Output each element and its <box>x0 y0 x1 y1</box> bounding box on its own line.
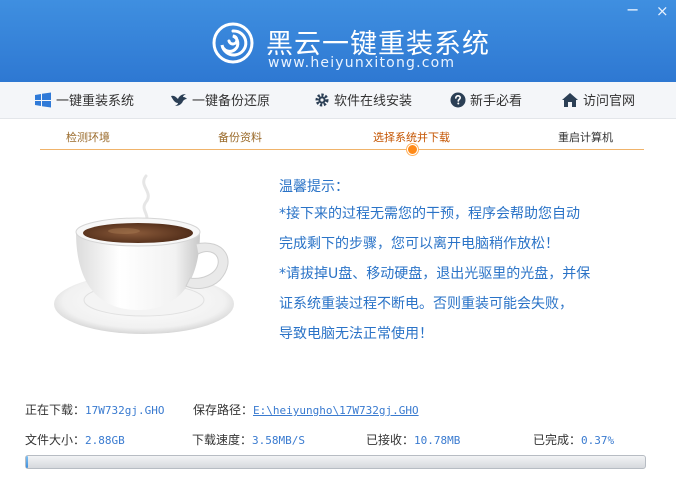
completed-label: 已完成： <box>533 433 582 447</box>
file-size-value: 2.88GB <box>85 434 125 447</box>
tips-line: 完成剩下的步骤，您可以离开电脑稍作放松！ <box>279 236 559 252</box>
coffee-cup-image <box>54 174 234 334</box>
title-bar: − × 黑云一键重装系统 www.heiyunxitong.com <box>0 0 676 82</box>
tips-line: 证系统重装过程不断电。否则重装可能会失败， <box>279 296 573 312</box>
current-step-indicator <box>407 144 418 155</box>
progress-steps: 检测环境 备份资料 选择系统并下载 重启计算机 <box>40 118 644 155</box>
home-icon <box>562 93 578 107</box>
step-check-env: 检测环境 <box>66 131 110 144</box>
downloading-info: 正在下载：17W732gj.GHO <box>25 401 165 418</box>
nav-label: 一键备份还原 <box>192 94 271 109</box>
nav-label: 新手必看 <box>470 94 523 109</box>
app-url: www.heiyunxitong.com <box>268 55 456 71</box>
nav-item-software[interactable]: 软件在线安装 <box>314 90 412 109</box>
nav-label: 访问官网 <box>583 94 636 109</box>
step-download: 选择系统并下载 <box>373 131 450 144</box>
nav-label: 软件在线安装 <box>334 94 413 109</box>
completed-value: 0.37% <box>581 434 615 447</box>
save-path-info: 保存路径：E:\heiyungho\17W732gj.GHO <box>193 401 419 418</box>
step-restart: 重启计算机 <box>558 131 613 144</box>
nav-item-website[interactable]: 访问官网 <box>561 90 635 109</box>
completed-info: 已完成：0.37% <box>533 431 614 448</box>
save-path-link[interactable]: E:\heiyungho\17W732gj.GHO <box>253 404 419 417</box>
step-backup: 备份资料 <box>218 131 262 144</box>
received-value: 10.78MB <box>414 434 461 447</box>
progress-fill <box>26 456 29 468</box>
received-info: 已接收：10.78MB <box>366 431 460 448</box>
downloading-file: 17W732gj.GHO <box>85 404 165 417</box>
save-path-label: 保存路径： <box>193 403 254 417</box>
main-nav: 一键重装系统 一键备份还原 软件在线安装 新手必看 访问官网 <box>0 82 676 119</box>
bird-icon <box>171 94 187 106</box>
nav-label: 一键重装系统 <box>56 94 135 109</box>
download-progress-bar <box>25 455 646 469</box>
file-size-info: 文件大小：2.88GB <box>25 431 125 448</box>
windows-icon <box>35 92 51 108</box>
received-label: 已接收： <box>366 433 415 447</box>
installer-window: − × 黑云一键重装系统 www.heiyunxitong.com 一键重装系统… <box>0 0 676 486</box>
file-size-label: 文件大小： <box>25 433 86 447</box>
logo-icon <box>212 22 254 64</box>
tips-line: *请拔掉U盘、移动硬盘，退出光驱里的光盘，并保 <box>279 266 591 282</box>
gear-icon <box>315 93 329 107</box>
nav-item-backup[interactable]: 一键备份还原 <box>170 90 270 109</box>
help-icon <box>450 92 466 108</box>
minimize-button[interactable]: − <box>626 0 639 19</box>
tips-title: 温馨提示： <box>279 179 349 195</box>
tips-line: *接下来的过程无需您的干预，程序会帮助您自动 <box>279 206 580 222</box>
speed-label: 下载速度： <box>192 433 253 447</box>
close-button[interactable]: × <box>656 2 669 20</box>
downloading-label: 正在下载： <box>25 403 86 417</box>
nav-item-reinstall[interactable]: 一键重装系统 <box>34 90 134 109</box>
tips-line: 导致电脑无法正常使用！ <box>279 326 433 342</box>
speed-value: 3.58MB/S <box>252 434 305 447</box>
speed-info: 下载速度：3.58MB/S <box>192 431 305 448</box>
steps-divider <box>40 149 644 150</box>
nav-item-guide[interactable]: 新手必看 <box>450 90 522 109</box>
